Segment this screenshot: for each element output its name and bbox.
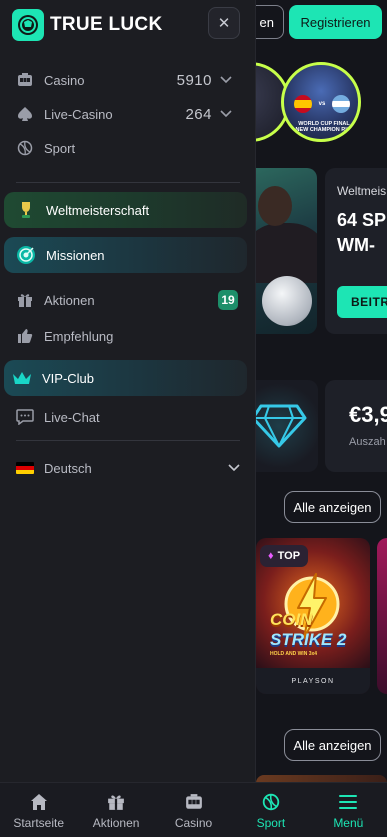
nav-label: Live-Chat <box>44 409 100 425</box>
menu-icon <box>337 791 359 813</box>
slot-machine-icon <box>183 791 205 813</box>
logo-icon <box>12 9 44 41</box>
promo-title-line2: WM- <box>337 235 375 256</box>
nav-item-live-casino[interactable]: Live-Casino 264 <box>0 99 256 129</box>
nav-item-missions[interactable]: Missionen <box>4 237 247 273</box>
promo-title-line1: 64 SP <box>337 210 387 230</box>
nav-item-vip[interactable]: VIP-Club <box>4 360 247 396</box>
spain-flag-icon <box>294 95 312 113</box>
nav-count: 5910 <box>176 71 212 89</box>
chevron-down-icon[interactable] <box>220 73 232 87</box>
story-flags: vs <box>294 95 350 113</box>
game-card[interactable] <box>377 538 387 694</box>
logo-text: TRUE LUCK <box>50 14 163 35</box>
game-title-2: STRIKE 2 <box>270 630 347 649</box>
tab-label: Aktionen <box>92 815 140 830</box>
bottom-tab-bar: Startseite Aktionen Casino Sport Menü <box>0 782 387 837</box>
nav-item-sport[interactable]: Sport <box>0 133 256 163</box>
trophy-icon <box>16 200 36 220</box>
gift-icon <box>105 791 127 813</box>
show-all-button[interactable]: Alle anzeigen <box>284 729 381 761</box>
top-badge-label: TOP <box>277 550 301 562</box>
promo-join-button[interactable]: BEITR <box>337 286 387 318</box>
chevron-down-icon[interactable] <box>220 107 232 121</box>
nav-label: VIP-Club <box>42 370 95 386</box>
game-provider: PLAYSON <box>256 668 370 694</box>
nav-label: Empfehlung <box>44 328 114 344</box>
germany-flag-icon <box>16 459 34 477</box>
nav-label: Aktionen <box>44 292 95 308</box>
divider <box>16 440 240 441</box>
home-icon <box>28 791 50 813</box>
tab-menu[interactable]: Menü <box>310 783 387 837</box>
close-button[interactable]: ✕ <box>208 7 240 39</box>
nav-label: Sport <box>44 140 76 156</box>
nav-label: Missionen <box>46 247 105 263</box>
sport-ball-icon <box>260 791 282 813</box>
top-badge: ♦ TOP <box>260 545 309 567</box>
clover-ball-icon <box>18 15 38 35</box>
jackpot-card[interactable]: €3,9 Auszah <box>325 380 387 472</box>
thumbs-up-icon <box>16 327 34 345</box>
flame-icon: ♦ <box>268 550 274 562</box>
promotions-count-badge: 19 <box>218 290 238 310</box>
tab-sport[interactable]: Sport <box>232 783 309 837</box>
tab-label: Sport <box>256 815 286 830</box>
vs-label: vs <box>318 101 326 107</box>
game-subtitle: HOLD AND WIN 3x4 <box>270 651 318 657</box>
nav-item-referral[interactable]: Empfehlung <box>0 321 256 351</box>
nav-label: Live-Casino <box>44 106 113 122</box>
logo[interactable]: TRUE LUCK <box>12 9 162 41</box>
language-selector[interactable]: Deutsch <box>0 453 256 483</box>
diamond-icon <box>251 404 307 448</box>
story-caption: WORLD CUP FINAL A NEW CHAMPION RISES <box>290 121 358 134</box>
tab-label: Menü <box>333 815 364 830</box>
side-drawer: TRUE LUCK ✕ Casino 5910 Live-Casino 264 … <box>0 0 256 782</box>
register-button[interactable]: Registrieren <box>289 5 382 39</box>
promo-kicker: Weltmeis <box>337 184 387 198</box>
promo-card[interactable]: Weltmeis 64 SP WM- BEITR <box>325 168 387 334</box>
slot-machine-icon <box>16 71 34 89</box>
player-head <box>258 186 292 226</box>
chat-icon <box>16 408 34 426</box>
nav-label: Casino <box>44 72 85 88</box>
nav-item-live-chat[interactable]: Live-Chat <box>0 402 256 432</box>
jackpot-value: €3,9 <box>349 402 387 427</box>
tab-promotions[interactable]: Aktionen <box>77 783 154 837</box>
spade-icon <box>16 105 34 123</box>
tab-label: Startseite <box>13 815 65 830</box>
sport-ball-icon <box>16 139 34 157</box>
language-label: Deutsch <box>44 460 92 476</box>
soccer-ball <box>262 276 312 326</box>
tab-label: Casino <box>174 815 213 830</box>
nav-item-promotions[interactable]: Aktionen 19 <box>0 285 256 315</box>
target-icon <box>16 245 36 265</box>
jackpot-sub: Auszah <box>349 436 386 448</box>
nav-label: Weltmeisterschaft <box>46 202 150 218</box>
tab-home[interactable]: Startseite <box>0 783 77 837</box>
game-card[interactable]: ♦ TOP COIN STRIKE 2 HOLD AND WIN 3x4 PLA… <box>256 538 370 694</box>
tab-casino[interactable]: Casino <box>155 783 232 837</box>
nav-count: 264 <box>185 105 212 123</box>
chevron-down-icon[interactable] <box>228 461 240 475</box>
argentina-flag-icon <box>332 95 350 113</box>
nav-item-worldcup[interactable]: Weltmeisterschaft <box>4 192 247 228</box>
divider <box>16 182 240 183</box>
close-icon: ✕ <box>217 15 231 32</box>
show-all-button[interactable]: Alle anzeigen <box>284 491 381 523</box>
promo-title: 64 SP WM- <box>337 208 387 258</box>
story-thumb-worldcup[interactable]: vs WORLD CUP FINAL A NEW CHAMPION RISES <box>281 62 361 142</box>
nav-item-casino[interactable]: Casino 5910 <box>0 65 256 95</box>
gift-icon <box>16 291 34 309</box>
game-title-1: COIN <box>270 610 313 629</box>
crown-icon <box>12 368 32 388</box>
